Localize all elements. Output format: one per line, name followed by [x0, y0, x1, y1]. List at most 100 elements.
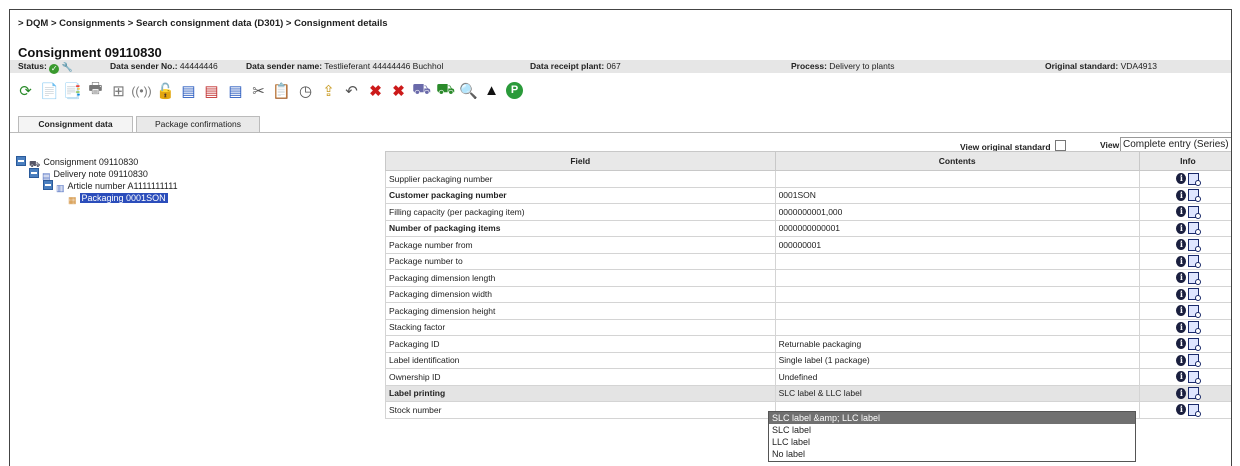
refresh-icon[interactable]: ⟳ — [16, 80, 35, 101]
column-header-contents[interactable]: Contents — [774, 151, 1140, 171]
wrench-icon[interactable]: 🔧 — [62, 62, 73, 72]
document-copy-icon[interactable]: 📑 — [63, 80, 82, 101]
info-icon[interactable]: i — [1176, 404, 1187, 416]
info-icon[interactable]: i — [1176, 173, 1187, 185]
network-icon[interactable]: ⊞ — [109, 80, 128, 101]
document-search-icon[interactable] — [1188, 222, 1202, 236]
document-icon[interactable]: 📄 — [40, 80, 59, 101]
table-row[interactable]: Packaging ID Returnable packaging i — [385, 335, 1231, 353]
info-icon[interactable]: i — [1176, 255, 1187, 267]
info-icon[interactable]: i — [1176, 338, 1187, 350]
info-icon[interactable]: i — [1176, 206, 1187, 218]
cut-icon[interactable]: ✂ — [249, 80, 268, 101]
contents-cell[interactable]: Returnable packaging — [774, 335, 1140, 353]
info-icon[interactable]: i — [1176, 387, 1187, 399]
contents-cell[interactable]: 0000000001,000 — [774, 203, 1140, 221]
dropdown-option[interactable]: SLC label &amp; LLC label — [769, 412, 1135, 424]
document-search-icon[interactable] — [1188, 205, 1202, 219]
table-row[interactable]: Label identification Single label (1 pack… — [385, 351, 1231, 369]
document-search-icon[interactable] — [1188, 304, 1202, 318]
printer-icon[interactable]: 🖶 — [86, 80, 105, 101]
table-row[interactable]: Customer packaging number 0001SON i — [385, 186, 1231, 204]
document-search-icon[interactable] — [1188, 354, 1202, 368]
document-search-icon[interactable] — [1188, 403, 1202, 417]
document-search-icon[interactable] — [1188, 387, 1202, 401]
info-icon[interactable]: i — [1176, 239, 1187, 251]
breadcrumb[interactable]: > DQM > Consignments > Search consignmen… — [18, 18, 388, 29]
table-row[interactable]: Number of packaging items 0000000000001 i — [385, 219, 1231, 237]
transport-icon[interactable]: ⛟ — [412, 80, 431, 101]
view-original-checkbox[interactable] — [1054, 140, 1066, 151]
signal-icon[interactable]: ((•)) — [131, 80, 151, 101]
tree-node-article[interactable]: ▥ Article number A1111111111 — [43, 180, 178, 193]
upload-icon[interactable]: ▲ — [482, 80, 501, 101]
tree-node-packaging[interactable]: ▦ Packaging 0001SON — [68, 192, 168, 205]
contents-cell[interactable] — [774, 170, 1140, 188]
contents-cell[interactable]: Single label (1 package) — [774, 351, 1140, 369]
dropdown-option[interactable]: LLC label — [769, 436, 1135, 448]
contents-cell[interactable] — [774, 302, 1140, 320]
tab-consignment-data[interactable]: Consignment data — [18, 116, 133, 133]
contents-cell[interactable] — [774, 269, 1140, 287]
report-red-icon[interactable]: ▤ — [202, 80, 221, 101]
document-search-icon[interactable] — [1188, 370, 1202, 384]
clock-icon[interactable]: ◷ — [296, 80, 315, 101]
info-icon[interactable]: i — [1176, 189, 1187, 201]
dropdown-option[interactable]: No label — [769, 448, 1135, 460]
contents-cell[interactable]: 0001SON — [774, 186, 1140, 204]
collapse-icon[interactable] — [43, 180, 53, 190]
table-row[interactable]: Packaging dimension length i — [385, 269, 1231, 287]
paste-icon[interactable]: 📋 — [272, 80, 291, 101]
collapse-icon[interactable] — [29, 168, 39, 178]
table-row[interactable]: Stacking factor i — [385, 318, 1231, 336]
p-icon[interactable]: P — [505, 80, 524, 101]
info-icon[interactable]: i — [1176, 288, 1187, 300]
info-icon[interactable]: i — [1176, 305, 1187, 317]
document-search-icon[interactable] — [1188, 189, 1202, 203]
document-search-icon[interactable] — [1188, 255, 1202, 269]
table-row[interactable]: Supplier packaging number i — [385, 170, 1231, 188]
tree-node-delivery-note[interactable]: ▤ Delivery note 09110830 — [29, 168, 148, 181]
truck-icon[interactable]: ⛟ — [436, 80, 455, 101]
report-check-icon[interactable]: ▤ — [226, 80, 245, 101]
document-search-icon[interactable] — [1188, 337, 1202, 351]
report-icon[interactable]: ▤ — [179, 80, 198, 101]
table-row[interactable]: Packaging dimension width i — [385, 285, 1231, 303]
table-row[interactable]: Package number to i — [385, 252, 1231, 270]
table-row[interactable]: Package number from 000000001 i — [385, 236, 1231, 254]
contents-cell[interactable]: 000000001 — [774, 236, 1140, 254]
tab-package-confirmations[interactable]: Package confirmations — [136, 116, 260, 132]
unlock-icon[interactable]: 🔓 — [156, 80, 175, 101]
undo-icon[interactable]: ↶ — [342, 80, 361, 101]
preview-icon[interactable]: 🔍 — [459, 80, 478, 101]
table-row[interactable]: Ownership ID Undefined i — [385, 368, 1231, 386]
contents-cell[interactable]: SLC label & LLC label — [774, 384, 1140, 402]
info-icon[interactable]: i — [1176, 371, 1187, 383]
contents-cell[interactable]: 0000000000001 — [774, 219, 1140, 237]
collapse-icon[interactable] — [16, 156, 26, 166]
document-search-icon[interactable] — [1188, 321, 1202, 335]
document-search-icon[interactable] — [1188, 288, 1202, 302]
table-row[interactable]: Label printing SLC label & LLC label i — [385, 384, 1231, 402]
document-search-icon[interactable] — [1188, 238, 1202, 252]
document-search-icon[interactable] — [1188, 271, 1202, 285]
document-search-icon[interactable] — [1188, 172, 1202, 186]
info-icon[interactable]: i — [1176, 354, 1187, 366]
contents-cell[interactable] — [774, 252, 1140, 270]
contents-cell[interactable]: Undefined — [774, 368, 1140, 386]
info-icon[interactable]: i — [1176, 222, 1187, 234]
info-icon[interactable]: i — [1176, 272, 1187, 284]
delete-icon[interactable]: ✖ — [366, 80, 385, 101]
tree-node-consignment[interactable]: ⛟ Consignment 09110830 — [16, 156, 138, 169]
export-icon[interactable]: ⇪ — [319, 80, 338, 101]
table-row[interactable]: Packaging dimension height i — [385, 302, 1231, 320]
view-select[interactable]: Complete entry (Series) ⌄ — [1120, 137, 1231, 152]
column-header-field[interactable]: Field — [385, 151, 776, 171]
table-row[interactable]: Filling capacity (per packaging item) 000… — [385, 203, 1231, 221]
contents-cell[interactable] — [774, 318, 1140, 336]
delete-all-icon[interactable]: ✖ — [389, 80, 408, 101]
label-printing-dropdown[interactable]: SLC label &amp; LLC label SLC label LLC … — [768, 411, 1136, 462]
contents-cell[interactable] — [774, 285, 1140, 303]
dropdown-option[interactable]: SLC label — [769, 424, 1135, 436]
info-icon[interactable]: i — [1176, 321, 1187, 333]
